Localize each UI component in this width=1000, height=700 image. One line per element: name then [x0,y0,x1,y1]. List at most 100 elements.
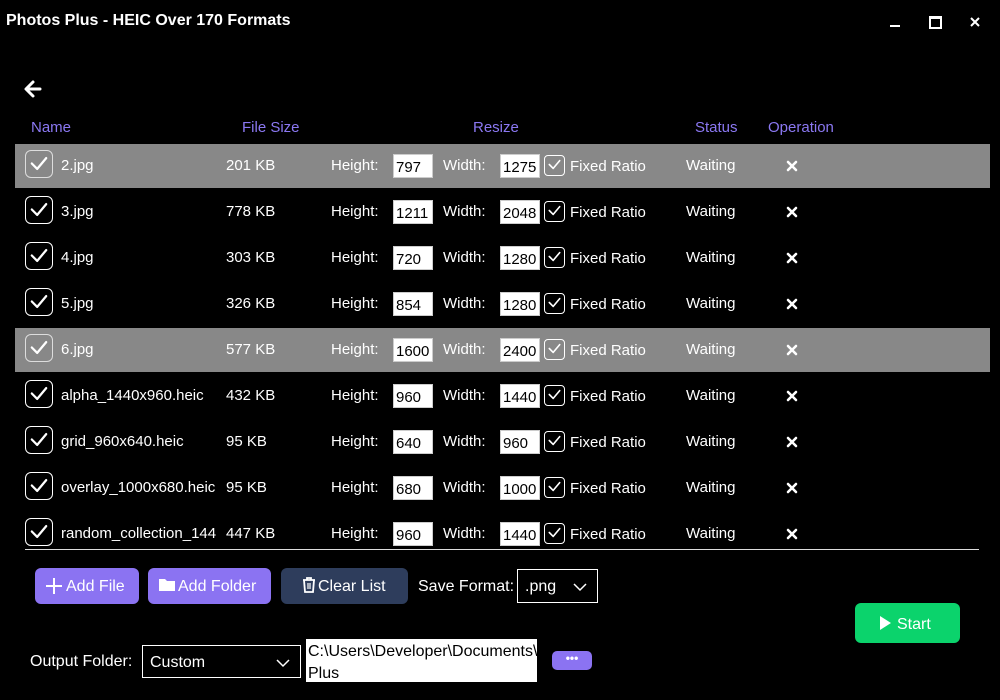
row-checkbox[interactable] [25,518,53,546]
table-row[interactable]: 6.jpg 577 KB Height: 1600 Width: 2400 Fi… [15,328,990,372]
width-label: Width: [443,433,486,450]
clear-list-button[interactable]: Clear List [281,568,408,604]
width-input[interactable]: 1275 [500,154,540,178]
height-input[interactable]: 680 [393,476,433,500]
remove-icon[interactable] [783,387,801,405]
fixed-ratio-checkbox[interactable] [544,385,565,406]
fixed-ratio-checkbox[interactable] [544,293,565,314]
column-status[interactable]: Status [695,119,738,136]
plus-icon [46,578,62,594]
close-window-button[interactable] [963,10,987,34]
row-checkbox[interactable] [25,472,53,500]
table-row[interactable]: 3.jpg 778 KB Height: 1211 Width: 2048 Fi… [15,190,990,234]
width-label: Width: [443,341,486,358]
fixed-ratio-label: Fixed Ratio [570,296,646,313]
add-folder-button[interactable]: Add Folder [148,568,271,604]
width-input[interactable]: 1280 [500,292,540,316]
fixed-ratio-checkbox[interactable] [544,523,565,544]
width-input[interactable]: 1440 [500,522,540,546]
width-input[interactable]: 1280 [500,246,540,270]
add-folder-label: Add Folder [178,578,257,595]
column-file-size[interactable]: File Size [242,119,300,136]
height-input[interactable]: 960 [393,384,433,408]
add-file-button[interactable]: Add File [35,568,139,604]
width-input[interactable]: 2400 [500,338,540,362]
list-divider [25,549,979,550]
row-checkbox[interactable] [25,334,53,362]
column-name[interactable]: Name [31,119,71,136]
remove-icon[interactable] [783,341,801,359]
fixed-ratio-checkbox[interactable] [544,155,565,176]
width-label: Width: [443,295,486,312]
add-file-label: Add File [66,578,125,595]
file-list[interactable]: 2.jpg 201 KB Height: 797 Width: 1275 Fix… [15,144,990,548]
fixed-ratio-checkbox[interactable] [544,431,565,452]
height-label: Height: [331,157,379,174]
remove-icon[interactable] [783,295,801,313]
width-input[interactable]: 960 [500,430,540,454]
file-name: 6.jpg [61,341,94,358]
remove-icon[interactable] [783,203,801,221]
fixed-ratio-label: Fixed Ratio [570,204,646,221]
height-input[interactable]: 797 [393,154,433,178]
table-row[interactable]: random_collection_144 447 KB Height: 960… [15,512,990,548]
fixed-ratio-checkbox[interactable] [544,339,565,360]
row-checkbox[interactable] [25,150,53,178]
width-input[interactable]: 2048 [500,200,540,224]
app-window: Photos Plus - HEIC Over 170 Formats Name… [0,0,1000,700]
height-input[interactable]: 720 [393,246,433,270]
fixed-ratio-label: Fixed Ratio [570,388,646,405]
output-folder-mode: Custom [150,654,206,671]
folder-icon [159,579,175,591]
minimize-button[interactable] [883,10,907,34]
browse-folder-button[interactable]: ••• [552,651,592,670]
height-label: Height: [331,479,379,496]
fixed-ratio-label: Fixed Ratio [570,342,646,359]
row-checkbox[interactable] [25,426,53,454]
file-name: 2.jpg [61,157,94,174]
height-input[interactable]: 960 [393,522,433,546]
window-title: Photos Plus - HEIC Over 170 Formats [6,12,291,29]
fixed-ratio-checkbox[interactable] [544,247,565,268]
table-row[interactable]: overlay_1000x680.heic 95 KB Height: 680 … [15,466,990,510]
fixed-ratio-checkbox[interactable] [544,201,565,222]
row-checkbox[interactable] [25,380,53,408]
height-input[interactable]: 854 [393,292,433,316]
width-input[interactable]: 1000 [500,476,540,500]
back-button[interactable] [22,78,46,102]
chevron-down-icon [573,583,587,592]
save-format-select[interactable]: .png [517,569,598,603]
height-input[interactable]: 1600 [393,338,433,362]
remove-icon[interactable] [783,157,801,175]
maximize-button[interactable] [923,10,947,34]
file-name: overlay_1000x680.heic [61,479,216,496]
table-row[interactable]: 4.jpg 303 KB Height: 720 Width: 1280 Fix… [15,236,990,280]
height-label: Height: [331,525,379,542]
row-checkbox[interactable] [25,196,53,224]
table-row[interactable]: alpha_1440x960.heic 432 KB Height: 960 W… [15,374,990,418]
start-button[interactable]: Start [855,603,960,643]
table-row[interactable]: grid_960x640.heic 95 KB Height: 640 Widt… [15,420,990,464]
table-row[interactable]: 5.jpg 326 KB Height: 854 Width: 1280 Fix… [15,282,990,326]
height-label: Height: [331,341,379,358]
remove-icon[interactable] [783,433,801,451]
remove-icon[interactable] [783,525,801,543]
status-text: Waiting [686,249,736,266]
height-input[interactable]: 640 [393,430,433,454]
chevron-down-icon [276,659,290,668]
fixed-ratio-checkbox[interactable] [544,477,565,498]
file-size: 201 KB [226,157,276,174]
remove-icon[interactable] [783,249,801,267]
width-label: Width: [443,479,486,496]
status-text: Waiting [686,479,736,496]
table-row[interactable]: 2.jpg 201 KB Height: 797 Width: 1275 Fix… [15,144,990,188]
remove-icon[interactable] [783,479,801,497]
row-checkbox[interactable] [25,242,53,270]
width-input[interactable]: 1440 [500,384,540,408]
arrow-left-icon [24,80,42,98]
output-folder-label: Output Folder: [30,653,133,670]
row-checkbox[interactable] [25,288,53,316]
output-folder-select[interactable]: Custom [142,645,301,678]
height-input[interactable]: 1211 [393,200,433,224]
output-path-field[interactable]: C:\Users\Developer\Documents\HEIC Plus [306,639,537,682]
